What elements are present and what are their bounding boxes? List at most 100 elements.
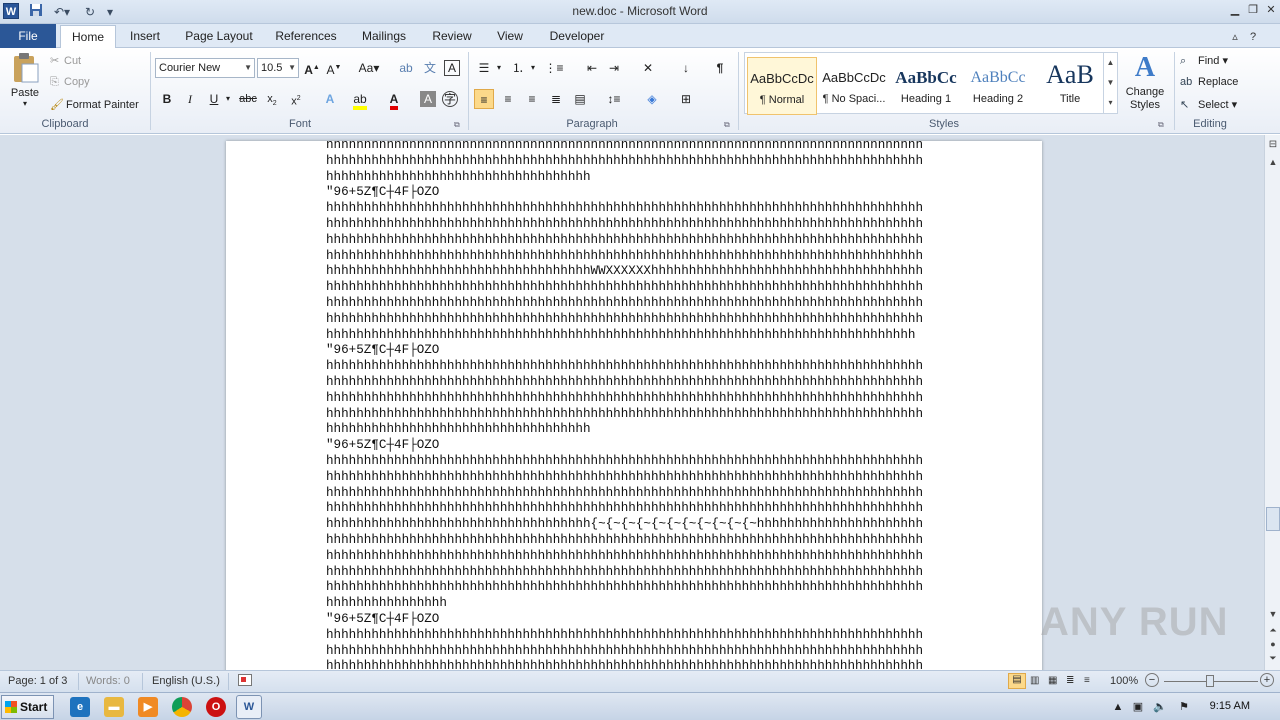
previous-page-icon[interactable]: ⏶ — [1266, 625, 1280, 636]
document-line[interactable]: hhhhhhhhhhhhhhhhhhhhhhhhhhhhhhhhhhhhhhhh… — [326, 201, 923, 217]
page-count[interactable]: Page: 1 of 3 — [8, 675, 67, 687]
strikethrough-button[interactable]: abc — [238, 89, 258, 109]
web-layout-icon[interactable]: ▦ — [1048, 675, 1057, 686]
document-line[interactable]: hhhhhhhhhhhhhhhhhhhhhhhhhhhhhhhhhhhhhhhh… — [326, 141, 923, 154]
close-button[interactable]: ✕ — [1262, 2, 1280, 18]
shrink-font-icon[interactable]: A▼ — [324, 58, 344, 78]
document-line[interactable]: hhhhhhhhhhhhhhhhhhhhhhhhhhhhhhhhhhhhhhhh… — [326, 391, 923, 407]
line-spacing-icon[interactable]: ↕≡ — [604, 89, 624, 109]
change-case-button[interactable]: Aa▾ — [356, 58, 382, 78]
style-heading-1[interactable]: AaBbCc Heading 1 — [891, 57, 961, 115]
tab-developer[interactable]: Developer — [546, 28, 608, 48]
action-center-flag-icon[interactable]: ⚑ — [1174, 697, 1194, 717]
document-line[interactable]: hhhhhhhhhhhhhhhhhhhhhhhhhhhhhhhhhhh — [326, 170, 923, 186]
document-line[interactable]: hhhhhhhhhhhhhhhhhhhhhhhhhhhhhhhhhhhhhhhh… — [326, 312, 923, 328]
document-line[interactable]: hhhhhhhhhhhhhhhhhhhhhhhhhhhhhhhhhhhhhhhh… — [326, 296, 923, 312]
ribbon-minimize-icon[interactable]: ▵ — [1226, 29, 1244, 45]
bullets-icon[interactable]: ☰ — [474, 58, 494, 78]
font-color-icon[interactable]: A — [384, 89, 404, 110]
macro-record-icon[interactable] — [238, 674, 252, 686]
start-button[interactable]: Start — [1, 695, 54, 719]
network-icon[interactable]: ▣ — [1128, 697, 1148, 717]
styles-dialog-launcher-icon[interactable]: ⧉ — [1158, 120, 1164, 130]
select-button[interactable]: ↖ Select ▾ — [1180, 98, 1237, 111]
increase-indent-icon[interactable]: ⇥ — [604, 58, 624, 78]
document-line[interactable]: hhhhhhhhhhhhhhhhhhhhhhhhhhhhhhhhhhhhhhhh… — [326, 154, 923, 170]
document-line[interactable]: hhhhhhhhhhhhhhhhhhhhhhhhhhhhhhhhhhhhhhhh… — [326, 549, 923, 565]
tab-view[interactable]: View — [494, 28, 526, 48]
style-no-spacing[interactable]: AaBbCcDc ¶ No Spaci... — [819, 57, 889, 115]
superscript-button[interactable]: x2 — [286, 89, 306, 109]
paste-button[interactable]: Paste ▾ — [6, 52, 44, 112]
document-line[interactable]: hhhhhhhhhhhhhhhhhhhhhhhhhhhhhhhhhhhhhhhh… — [326, 359, 923, 375]
document-line[interactable]: hhhhhhhhhhhhhhhhhhhhhhhhhhhhhhhhhhhhhhhh… — [326, 580, 923, 596]
clock[interactable]: 9:15 AM — [1210, 700, 1250, 712]
numbering-options-icon[interactable]: ▾ — [528, 58, 538, 78]
style-heading-2[interactable]: AaBbCc Heading 2 — [963, 57, 1033, 115]
ruler-toggle-icon[interactable]: ⊟ — [1266, 139, 1280, 150]
vertical-scrollbar[interactable]: ⊟ ▲ ▼ ⏶ ● ⏷ — [1264, 135, 1280, 670]
grow-font-icon[interactable]: A▲ — [302, 58, 322, 78]
document-line[interactable]: hhhhhhhhhhhhhhhhhhhhhhhhhhhhhhhhhhhhhhhh… — [326, 533, 923, 549]
tab-references[interactable]: References — [274, 28, 338, 48]
highlight-icon[interactable]: ab — [350, 89, 370, 110]
volume-icon[interactable]: 🔈 — [1150, 697, 1170, 717]
asian-layout-icon[interactable]: ✕ — [638, 58, 658, 78]
opera-icon[interactable]: O — [206, 697, 226, 717]
scroll-up-icon[interactable]: ▲ — [1266, 157, 1280, 167]
tab-page-layout[interactable]: Page Layout — [184, 28, 254, 48]
character-border-icon[interactable]: A — [444, 60, 460, 76]
zoom-out-icon[interactable]: − — [1145, 673, 1159, 687]
cut-button[interactable]: ✂ Cut — [50, 54, 81, 67]
numbering-icon[interactable]: ⒈ — [508, 58, 528, 78]
justify-button[interactable]: ≣ — [546, 89, 566, 109]
document-line[interactable]: hhhhhhhhhhhhhhhhhhhhhhhhhhhhhhhhhhhhhhhh… — [326, 233, 923, 249]
show-hidden-icons[interactable]: ▲ — [1108, 697, 1128, 717]
document-line[interactable]: hhhhhhhhhhhhhhhhhhhhhhhhhhhhhhhhhhhhhhhh… — [326, 628, 923, 644]
language[interactable]: English (U.S.) — [152, 675, 220, 687]
document-line[interactable]: hhhhhhhhhhhhhhhhhhhhhhhhhhhhhhhhhhhhhhhh… — [326, 486, 923, 502]
word-taskbar-button[interactable]: W — [236, 695, 262, 719]
document-line[interactable]: hhhhhhhhhhhhhhhhhhhhhhhhhhhhhhhhhhh{~{~{… — [326, 517, 923, 533]
document-line[interactable]: hhhhhhhhhhhhhhhhhhhhhhhhhhhhhhhhhhhhhhhh… — [326, 659, 923, 670]
align-right-button[interactable]: ≡ — [522, 89, 542, 109]
document-line[interactable]: hhhhhhhhhhhhhhhhhhhhhhhhhhhhhhhhhhhhhhhh… — [326, 501, 923, 517]
zoom-level[interactable]: 100% — [1110, 675, 1138, 687]
font-family-select[interactable]: Courier New ▼ — [155, 58, 255, 78]
styles-scroll[interactable]: ▲ ▼ ▾ — [1103, 53, 1117, 113]
internet-explorer-icon[interactable]: e — [70, 697, 90, 717]
show-formatting-marks-icon[interactable]: ¶ — [710, 58, 730, 78]
full-screen-reading-icon[interactable]: ▥ — [1030, 675, 1039, 686]
tab-insert[interactable]: Insert — [126, 28, 164, 48]
tab-file[interactable]: File — [0, 24, 56, 48]
scrollbar-thumb[interactable] — [1266, 507, 1280, 531]
minimize-button[interactable]: ▁ — [1226, 2, 1244, 18]
scroll-down-icon[interactable]: ▼ — [1266, 609, 1280, 619]
bullets-options-icon[interactable]: ▾ — [494, 58, 504, 78]
chrome-icon[interactable] — [172, 697, 192, 717]
print-layout-icon[interactable]: ▤ — [1008, 673, 1026, 689]
distributed-button[interactable]: ▤ — [570, 89, 590, 109]
zoom-slider-handle[interactable] — [1206, 675, 1214, 687]
media-player-icon[interactable]: ▶ — [138, 697, 158, 717]
align-left-button[interactable]: ≡ — [474, 89, 494, 109]
document-line[interactable]: hhhhhhhhhhhhhhhhhhhhhhhhhhhhhhhhhhhhhhhh… — [326, 217, 923, 233]
character-shading-icon[interactable]: A — [420, 91, 436, 107]
style-normal[interactable]: AaBbCcDc ¶ Normal — [747, 57, 817, 115]
document-line[interactable]: hhhhhhhhhhhhhhhhhhhhhhhhhhhhhhhhhhhhhhhh… — [326, 375, 923, 391]
clear-formatting-icon[interactable]: ab — [396, 58, 416, 78]
document-line[interactable]: hhhhhhhhhhhhhhhhhhhhhhhhhhhhhhhhhhhhhhhh… — [326, 407, 923, 423]
style-title[interactable]: AaB Title — [1035, 57, 1105, 115]
font-dialog-launcher-icon[interactable]: ⧉ — [454, 120, 460, 130]
document-line[interactable]: hhhhhhhhhhhhhhhhhhhhhhhhhhhhhhhhhhhhhhhh… — [326, 565, 923, 581]
text-effects-icon[interactable]: A — [320, 89, 340, 109]
italic-button[interactable]: I — [180, 89, 200, 109]
paragraph-dialog-launcher-icon[interactable]: ⧉ — [724, 120, 730, 130]
align-center-button[interactable]: ≡ — [498, 89, 518, 109]
underline-button[interactable]: U — [204, 89, 224, 109]
decrease-indent-icon[interactable]: ⇤ — [582, 58, 602, 78]
multilevel-list-icon[interactable]: ⋮≡ — [544, 58, 564, 78]
change-styles-button[interactable]: A Change Styles — [1122, 52, 1168, 112]
document-line[interactable]: "96+5Z¶C┼4F├OZO — [326, 612, 923, 628]
copy-button[interactable]: ⎘ Copy — [50, 76, 90, 89]
